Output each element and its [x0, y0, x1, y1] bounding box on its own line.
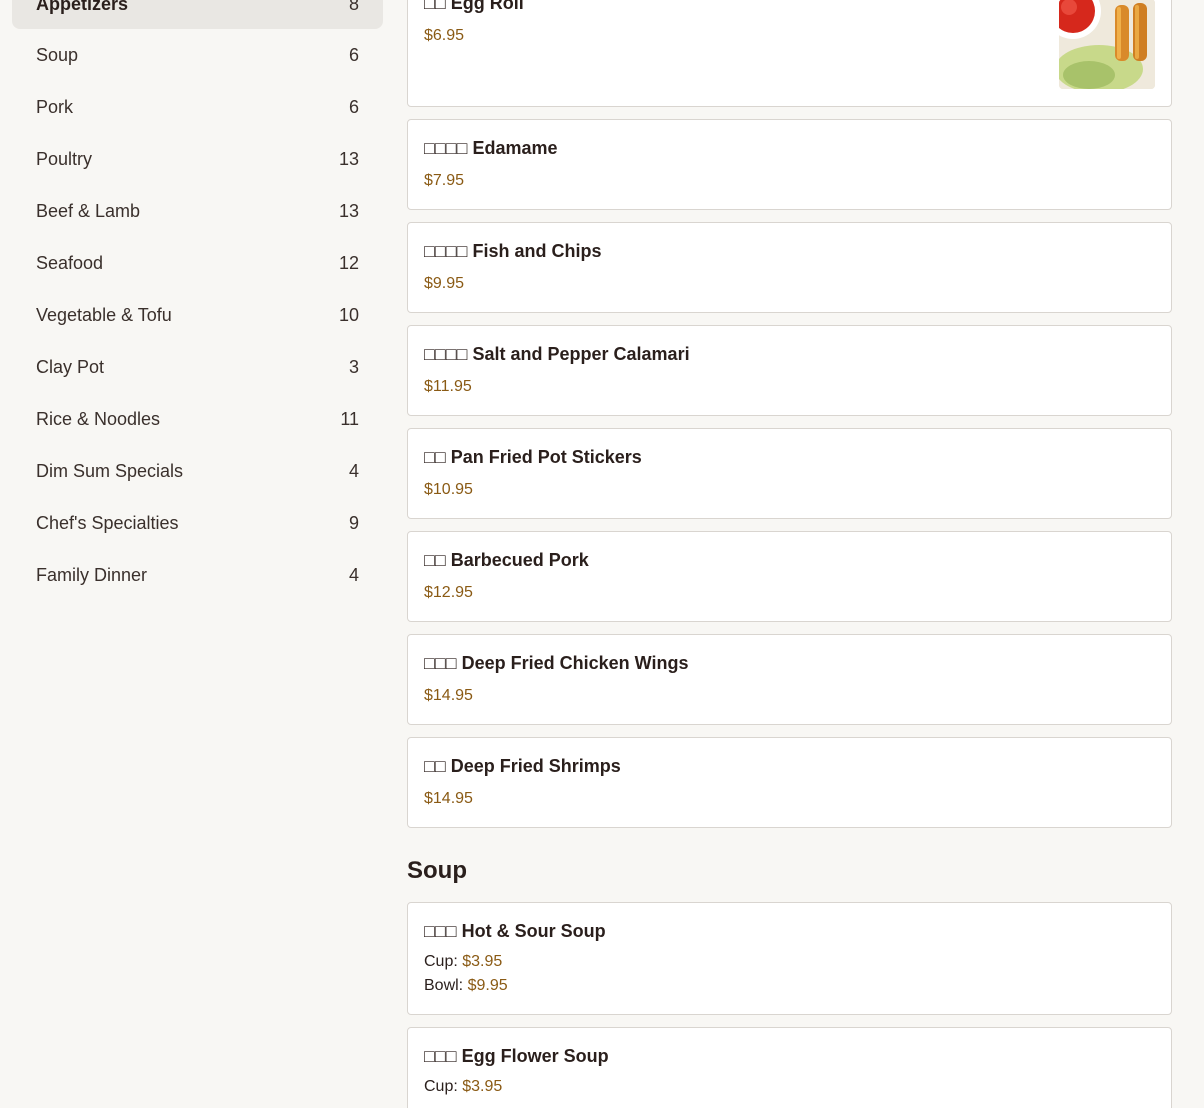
category-label: Rice & Noodles: [36, 408, 161, 429]
menu-item-name: □□ Barbecued Pork: [424, 550, 589, 570]
category-label: Poultry: [36, 148, 93, 169]
menu-item-name: □□□□ Salt and Pepper Calamari: [424, 344, 690, 364]
category-label: Seafood: [36, 252, 104, 273]
menu-item-price: $9.95: [424, 275, 465, 292]
menu-item-card[interactable]: □□ Barbecued Pork $12.95: [407, 531, 1172, 622]
category-label: Beef & Lamb: [36, 200, 141, 221]
menu-item-card[interactable]: □□□ Egg Flower Soup Cup: $3.95: [407, 1027, 1172, 1108]
category-vegetable-tofu[interactable]: Vegetable & Tofu 10: [12, 289, 383, 341]
menu-content: □□ Egg Roll $6.95 □□□□ Edamame $7.95 □□□…: [407, 0, 1172, 1108]
option-price: $9.95: [467, 977, 508, 994]
menu-item-name: □□□ Hot & Sour Soup: [424, 921, 606, 941]
menu-item-price: $6.95: [424, 27, 465, 44]
category-rice-noodles[interactable]: Rice & Noodles 11: [12, 393, 383, 445]
category-beef-lamb[interactable]: Beef & Lamb 13: [12, 185, 383, 237]
category-count: 4: [348, 460, 359, 481]
menu-item-card[interactable]: □□□ Deep Fried Chicken Wings $14.95: [407, 634, 1172, 725]
category-dim-sum-specials[interactable]: Dim Sum Specials 4: [12, 445, 383, 497]
category-chefs-specialties[interactable]: Chef's Specialties 9: [12, 497, 383, 549]
category-appetizers[interactable]: Appetizers 8: [12, 0, 383, 29]
menu-item-price: $7.95: [424, 172, 465, 189]
price-option: Bowl: $9.95: [424, 974, 1155, 998]
category-label: Dim Sum Specials: [36, 460, 184, 481]
menu-item-card[interactable]: □□ Pan Fried Pot Stickers $10.95: [407, 428, 1172, 519]
category-label: Family Dinner: [36, 564, 148, 585]
egg-roll-photo: [1059, 0, 1155, 89]
menu-item-name: □□□□ Edamame: [424, 138, 558, 158]
category-count: 13: [338, 200, 359, 221]
category-clay-pot[interactable]: Clay Pot 3: [12, 341, 383, 393]
category-poultry[interactable]: Poultry 13: [12, 133, 383, 185]
section-title-soup: Soup: [407, 857, 467, 884]
category-label: Clay Pot: [36, 356, 105, 377]
menu-item-card[interactable]: □□□□ Fish and Chips $9.95: [407, 222, 1172, 313]
option-label: Cup:: [424, 1078, 458, 1095]
category-soup[interactable]: Soup 6: [12, 29, 383, 81]
category-count: 6: [348, 96, 359, 117]
category-count: 8: [348, 0, 359, 14]
category-label: Soup: [36, 44, 79, 65]
menu-item-name: □□ Pan Fried Pot Stickers: [424, 447, 642, 467]
category-label: Vegetable & Tofu: [36, 304, 172, 325]
menu-item-price: $11.95: [424, 378, 472, 395]
category-family-dinner[interactable]: Family Dinner 4: [12, 549, 383, 601]
menu-item-price: $14.95: [424, 687, 473, 704]
category-sidebar: Appetizers 8 Soup 6 Pork 6 Poultry 13 Be…: [12, 0, 383, 601]
category-count: 10: [338, 304, 359, 325]
category-count: 4: [348, 564, 359, 585]
menu-item-card[interactable]: □□□ Hot & Sour Soup Cup: $3.95 Bowl: $9.…: [407, 902, 1172, 1015]
egg-roll-image: [1059, 0, 1155, 89]
menu-item-name: □□□ Deep Fried Chicken Wings: [424, 653, 689, 673]
option-price: $3.95: [462, 953, 503, 970]
price-option: Cup: $3.95: [424, 1075, 1155, 1099]
category-pork[interactable]: Pork 6: [12, 81, 383, 133]
menu-item-price: $14.95: [424, 790, 473, 807]
category-label: Appetizers: [36, 0, 129, 14]
menu-item-name: □□ Egg Roll: [424, 0, 524, 13]
menu-item-name: □□□ Egg Flower Soup: [424, 1046, 609, 1066]
price-options: Cup: $3.95: [424, 1075, 1155, 1099]
category-count: 6: [348, 44, 359, 65]
price-options: Cup: $3.95 Bowl: $9.95: [424, 950, 1155, 998]
menu-item-card[interactable]: □□□□ Salt and Pepper Calamari $11.95: [407, 325, 1172, 416]
option-price: $3.95: [462, 1078, 503, 1095]
category-count: 13: [338, 148, 359, 169]
category-count: 11: [340, 408, 359, 429]
menu-item-price: $12.95: [424, 584, 473, 601]
category-label: Chef's Specialties: [36, 512, 179, 533]
category-count: 9: [348, 512, 359, 533]
category-count: 3: [348, 356, 359, 377]
category-count: 12: [338, 252, 359, 273]
menu-item-card[interactable]: □□ Egg Roll $6.95: [407, 0, 1172, 107]
menu-item-card[interactable]: □□ Deep Fried Shrimps $14.95: [407, 737, 1172, 828]
option-label: Cup:: [424, 953, 458, 970]
option-label: Bowl:: [424, 977, 464, 994]
category-seafood[interactable]: Seafood 12: [12, 237, 383, 289]
category-label: Pork: [36, 96, 74, 117]
price-option: Cup: $3.95: [424, 950, 1155, 974]
menu-item-card[interactable]: □□□□ Edamame $7.95: [407, 119, 1172, 210]
menu-item-name: □□□□ Fish and Chips: [424, 241, 602, 261]
menu-item-price: $10.95: [424, 481, 473, 498]
menu-item-name: □□ Deep Fried Shrimps: [424, 756, 621, 776]
